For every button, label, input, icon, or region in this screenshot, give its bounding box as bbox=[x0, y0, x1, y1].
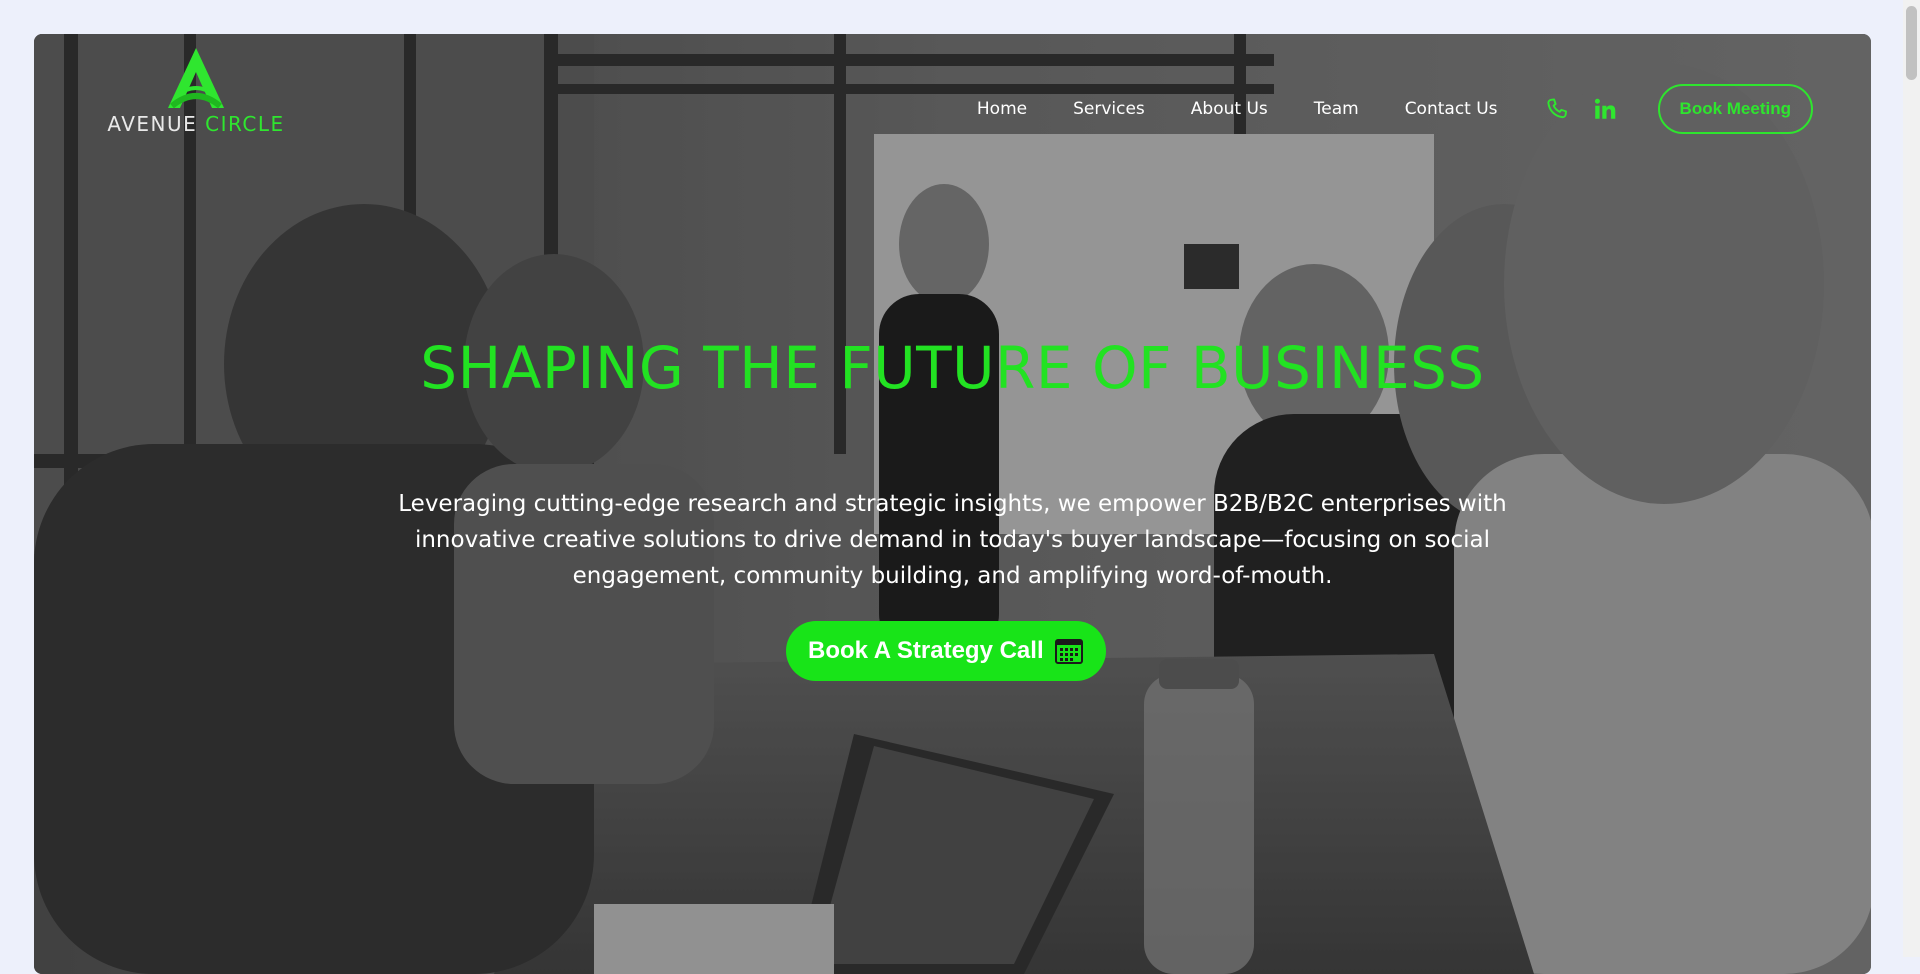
hero-section: AVENUE CIRCLE Home Services About Us Tea… bbox=[34, 34, 1871, 974]
nav-link-services[interactable]: Services bbox=[1073, 99, 1145, 119]
logo-word-avenue: AVENUE bbox=[107, 112, 198, 136]
scrollbar-thumb[interactable] bbox=[1906, 6, 1917, 80]
nav-link-home[interactable]: Home bbox=[977, 99, 1027, 119]
cta-label: Book A Strategy Call bbox=[808, 637, 1044, 664]
hero-subtext: Leveraging cutting-edge research and str… bbox=[398, 491, 1507, 589]
nav-links: Home Services About Us Team Contact Us bbox=[977, 99, 1498, 119]
linkedin-icon[interactable] bbox=[1590, 94, 1620, 124]
book-strategy-call-button[interactable]: Book A Strategy Call bbox=[786, 621, 1106, 681]
book-meeting-button[interactable]: Book Meeting bbox=[1657, 84, 1813, 134]
hero-headline: SHAPING THE FUTURE OF BUSINESS bbox=[420, 334, 1485, 402]
logo-text: AVENUE CIRCLE bbox=[98, 112, 294, 136]
brand-logo[interactable]: AVENUE CIRCLE bbox=[98, 46, 294, 136]
nav-link-team[interactable]: Team bbox=[1314, 99, 1359, 119]
page-scrollbar[interactable] bbox=[1903, 0, 1920, 957]
nav-link-contact-us[interactable]: Contact Us bbox=[1405, 99, 1498, 119]
nav-link-about-us[interactable]: About Us bbox=[1191, 99, 1268, 119]
phone-icon[interactable] bbox=[1542, 94, 1572, 124]
calendar-icon bbox=[1054, 637, 1084, 665]
logo-word-circle: CIRCLE bbox=[205, 112, 285, 136]
main-nav: Home Services About Us Team Contact Us B… bbox=[977, 84, 1813, 134]
logo-mark-icon bbox=[168, 48, 224, 109]
